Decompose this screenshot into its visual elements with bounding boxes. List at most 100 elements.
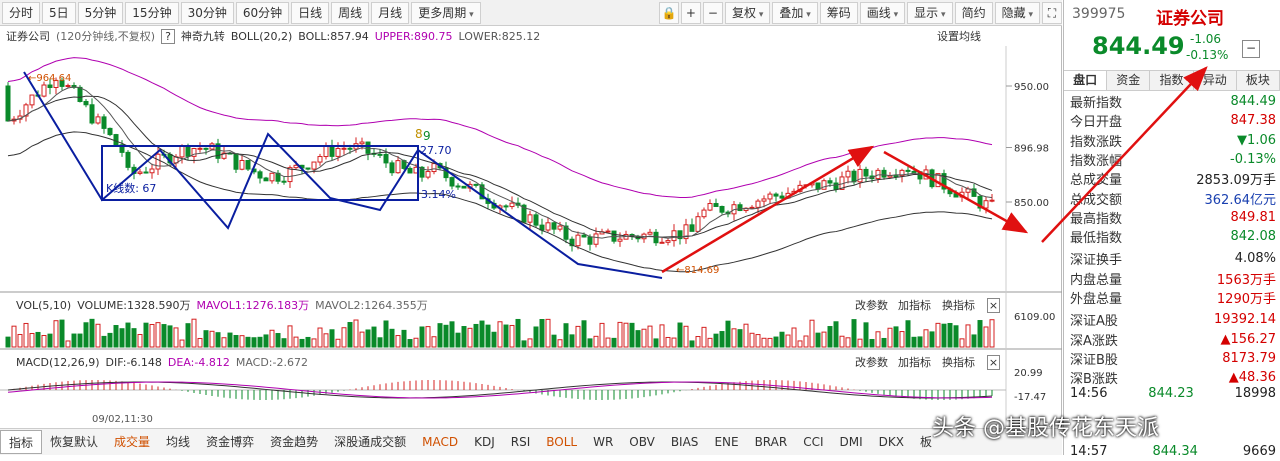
vol-bar: [941, 323, 947, 348]
kline-body: [335, 148, 341, 157]
collapse-icon[interactable]: −: [1242, 40, 1260, 58]
kline-body: [977, 195, 983, 209]
period-tab[interactable]: 更多周期: [411, 1, 481, 24]
period-tab[interactable]: 周线: [331, 1, 370, 24]
indicator-tab[interactable]: KDJ: [466, 430, 503, 454]
vol-add-button[interactable]: 加指标: [898, 297, 931, 313]
indicator-tab[interactable]: DMI: [832, 430, 871, 454]
fullscreen-icon[interactable]: ⛶: [1042, 1, 1062, 24]
kline-body: [89, 104, 95, 124]
kline-body: [65, 85, 71, 88]
kline-body: [671, 230, 677, 242]
vol-bar: [713, 333, 719, 348]
period-tab[interactable]: 月线: [371, 1, 410, 24]
nine-turn-9: 9: [423, 129, 431, 143]
period-tab[interactable]: 30分钟: [180, 1, 234, 24]
indicator-tab[interactable]: BRAR: [747, 430, 796, 454]
kline-body: [893, 175, 899, 178]
indicator-tab[interactable]: 恢复默认: [42, 430, 106, 454]
quote-value: 1290万手: [1216, 292, 1276, 307]
kline-body: [779, 195, 785, 199]
indicator-tab[interactable]: MACD: [414, 430, 466, 454]
indicator-tab[interactable]: BOLL: [538, 430, 585, 454]
quote-label: 总成交额: [1070, 192, 1123, 208]
macd-dif: DIF:-6.148: [105, 355, 162, 369]
vol-bar: [671, 337, 677, 348]
kline-body: [911, 170, 917, 173]
quote-value: ▲48.36: [1228, 370, 1276, 386]
vol-bar: [719, 331, 725, 348]
sidebar-tab[interactable]: 指数: [1150, 71, 1194, 90]
close-icon[interactable]: ×: [987, 297, 1000, 313]
vol-bar: [509, 324, 515, 348]
kline-body: [593, 233, 599, 245]
lock-icon[interactable]: 🔒: [658, 1, 679, 24]
high-label: ←964.64: [28, 73, 71, 84]
indicator-tab[interactable]: 资金趋势: [262, 430, 326, 454]
macd-value: MACD:-2.672: [235, 355, 308, 369]
plus-icon[interactable]: +: [680, 1, 701, 24]
indicator-tab[interactable]: OBV: [621, 430, 663, 454]
macd-add-button[interactable]: 加指标: [898, 354, 931, 370]
vol-bar: [203, 330, 209, 348]
macd-edit-button[interactable]: 改参数: [855, 354, 888, 370]
close-icon[interactable]: ×: [987, 354, 1000, 370]
minus-icon[interactable]: −: [702, 1, 723, 24]
sidebar-tab[interactable]: 异动: [1193, 71, 1237, 90]
indicator-tab[interactable]: CCI: [795, 430, 831, 454]
indicator-tab[interactable]: ENE: [706, 430, 746, 454]
indicator-tab[interactable]: 资金博弈: [198, 430, 262, 454]
period-tab[interactable]: 分时: [2, 1, 41, 24]
vol-bar: [227, 332, 233, 348]
period-tab[interactable]: 5日: [42, 1, 76, 24]
toolbar-menu[interactable]: 叠加: [772, 1, 818, 24]
kline-body: [929, 169, 935, 188]
indicator-tab[interactable]: 深股通成交额: [326, 430, 414, 454]
kline-body: [989, 199, 995, 202]
toolbar-menu[interactable]: 复权: [724, 1, 771, 24]
toolbar-menu[interactable]: 筹码: [819, 1, 858, 24]
indicator-tab[interactable]: DKX: [871, 430, 912, 454]
quote-label: 深证A股: [1070, 314, 1118, 330]
sidebar-tab[interactable]: 板块: [1236, 71, 1280, 90]
vol-bar: [653, 338, 659, 348]
vol-switch-button[interactable]: 换指标: [942, 297, 975, 313]
vol-bar: [83, 322, 89, 348]
vol-bar: [749, 332, 755, 348]
sidebar-tab[interactable]: 盘口: [1064, 71, 1108, 90]
toolbar-menu[interactable]: 显示: [907, 1, 953, 24]
kline-body: [143, 171, 149, 174]
vol-bar: [911, 336, 917, 348]
vol-bar: [827, 326, 833, 348]
period-tab[interactable]: 5分钟: [77, 1, 124, 24]
chart-area[interactable]: 证券公司 (120分钟线,不复权) ? 神奇九转 BOLL(20,2) BOLL…: [0, 26, 1062, 428]
vol-bar: [821, 331, 827, 348]
tick-cell: 14:57: [1070, 444, 1108, 459]
kline-body: [323, 145, 329, 158]
indicator-tab[interactable]: RSI: [503, 430, 539, 454]
low-label: ←814.69: [676, 265, 719, 276]
toolbar-menu[interactable]: 简约: [954, 1, 993, 24]
indicator-tab[interactable]: BIAS: [663, 430, 707, 454]
indicator-tab[interactable]: WR: [585, 430, 621, 454]
period-tab[interactable]: 15分钟: [125, 1, 179, 24]
price-tick-label: 950.00: [1014, 82, 1049, 93]
period-tab[interactable]: 日线: [291, 1, 330, 24]
period-tab[interactable]: 60分钟: [235, 1, 290, 24]
vol-edit-button[interactable]: 改参数: [855, 297, 888, 313]
vol-bar: [209, 330, 215, 348]
vol-bar: [479, 320, 485, 348]
indicator-tab[interactable]: 均线: [158, 430, 198, 454]
vol-bar: [881, 337, 887, 348]
quote-label: 深A涨跌: [1070, 333, 1118, 349]
vol-bar: [101, 335, 107, 348]
macd-switch-button[interactable]: 换指标: [942, 354, 975, 370]
vol-bar: [113, 325, 119, 348]
tick-cell: 844.34: [1152, 444, 1198, 459]
sidebar-tab[interactable]: 资金: [1107, 71, 1151, 90]
toolbar-menu[interactable]: 隐藏: [994, 1, 1040, 24]
toolbar-menu[interactable]: 画线: [859, 1, 906, 24]
vol-bar: [617, 321, 623, 348]
indicator-tab[interactable]: 指标: [0, 430, 43, 454]
indicator-tab[interactable]: 成交量: [106, 430, 158, 454]
